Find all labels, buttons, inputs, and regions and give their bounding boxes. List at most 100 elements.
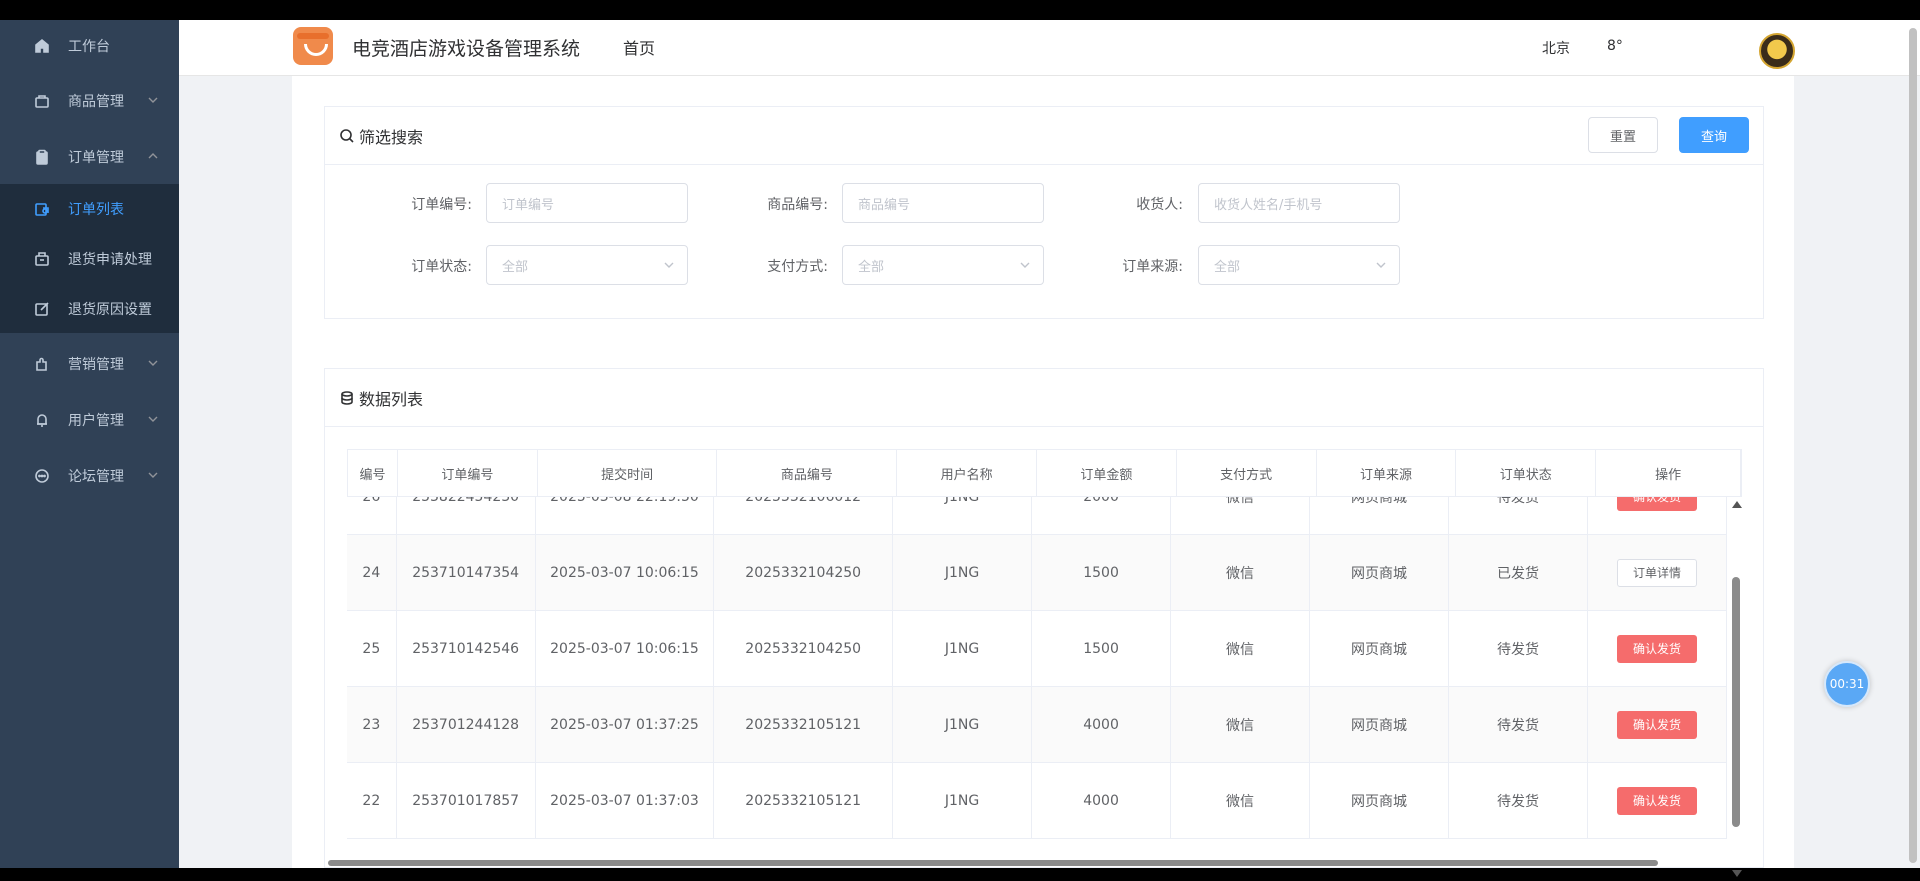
order-list-icon	[34, 201, 50, 217]
sidebar-item-label: 订单管理	[68, 150, 124, 166]
sidebar-item-return-requests[interactable]: 退货申请处理	[0, 234, 179, 284]
column-header: 编号	[348, 450, 398, 496]
order-status-label: 订单状态:	[411, 259, 472, 275]
table-horizontal-scrollbar[interactable]	[314, 858, 1709, 868]
sidebar-item-label: 工作台	[68, 39, 110, 55]
order-source-value: 全部	[1214, 259, 1241, 275]
table-row: 24 253710147354 2025-03-07 10:06:15 2025332…	[347, 535, 1727, 611]
table-cell-pay: 微信	[1171, 535, 1311, 610]
table-cell-time: 2025-03-07 01:37:03	[536, 763, 715, 838]
table-cell-source: 网页商城	[1310, 763, 1450, 838]
confirm-ship-button[interactable]: 确认发货	[1617, 497, 1698, 511]
table-cell-action: 确认发货	[1588, 497, 1727, 534]
column-header: 商品编号	[717, 450, 898, 496]
table-cell-status: 待发货	[1449, 497, 1589, 534]
data-list-card: 数据列表 编号 订单编号 提交时间 商品编号 用户名称 订单金额 支付方式 订单来源 订单状态操…	[324, 368, 1764, 877]
table-cell-id: 25	[347, 611, 397, 686]
column-header: 支付方式	[1177, 450, 1317, 496]
table-cell-user: J1NG	[893, 535, 1033, 610]
table-cell-order-no: 253701017857	[397, 763, 536, 838]
table-cell-action: 订单详情	[1588, 535, 1727, 610]
app-logo	[293, 27, 333, 65]
avatar[interactable]	[1759, 33, 1795, 69]
sidebar-item-products[interactable]: 商品管理	[0, 75, 179, 127]
sidebar-item-label: 论坛管理	[68, 469, 124, 485]
pay-method-value: 全部	[858, 259, 885, 275]
sidebar-item-label: 商品管理	[68, 94, 124, 110]
table-vertical-scrollbar[interactable]	[1730, 497, 1742, 877]
column-header: 操作	[1596, 450, 1741, 496]
filter-title: 筛选搜索	[359, 127, 424, 147]
sidebar: 工作台 商品管理 订单管理 订单列表 退货申请处理 退货原因设置 营销管理 用户…	[0, 20, 179, 868]
confirm-ship-button[interactable]: 确认发货	[1617, 634, 1698, 663]
sidebar-item-marketing[interactable]: 营销管理	[0, 338, 179, 390]
bell-icon	[34, 412, 50, 428]
table-cell-product-no: 2025332105121	[714, 687, 894, 762]
table-cell-order-no: 253701244128	[397, 687, 536, 762]
product-no-input[interactable]: 商品编号	[842, 183, 1044, 223]
query-button[interactable]: 查询	[1679, 117, 1749, 153]
sidebar-item-users[interactable]: 用户管理	[0, 394, 179, 446]
receiver-input[interactable]: 收货人姓名/手机号	[1198, 183, 1400, 223]
page-scrollbar[interactable]	[1908, 28, 1918, 863]
app: 工作台 商品管理 订单管理 订单列表 退货申请处理 退货原因设置 营销管理 用户…	[0, 20, 1920, 877]
reset-button[interactable]: 重置	[1588, 117, 1658, 153]
table-cell-pay: 微信	[1171, 611, 1311, 686]
table-cell-user: J1NG	[893, 497, 1033, 534]
chevron-down-icon	[1019, 259, 1031, 271]
sidebar-item-label: 用户管理	[68, 413, 124, 429]
table-cell-user: J1NG	[893, 611, 1033, 686]
column-header: 用户名称	[897, 450, 1037, 496]
chevron-down-icon	[147, 357, 159, 369]
table-header: 编号 订单编号 提交时间 商品编号 用户名称 订单金额 支付方式 订单来源 订单状态 操作	[347, 449, 1742, 497]
timer-badge[interactable]: 00:31	[1824, 661, 1870, 707]
confirm-ship-button[interactable]: 确认发货	[1617, 710, 1698, 739]
table-cell-id: 24	[347, 535, 397, 610]
table-cell-product-no: 2025332104250	[714, 535, 894, 610]
confirm-ship-button[interactable]: 确认发货	[1617, 786, 1698, 815]
sidebar-item-orders[interactable]: 订单管理	[0, 131, 179, 183]
pay-method-select[interactable]: 全部	[842, 245, 1044, 285]
scroll-up-arrow[interactable]	[1732, 501, 1742, 508]
scroll-thumb[interactable]	[1909, 28, 1917, 863]
sidebar-item-label: 退货申请处理	[68, 252, 152, 268]
receiver-label: 收货人:	[1136, 197, 1183, 213]
app-title: 电竞酒店游戏设备管理系统	[352, 38, 581, 60]
bag-icon	[34, 93, 50, 109]
order-source-select[interactable]: 全部	[1198, 245, 1400, 285]
puzzle-icon	[34, 356, 50, 372]
column-header: 提交时间	[538, 450, 718, 496]
table-cell-source: 网页商城	[1310, 497, 1450, 534]
column-header: 订单来源	[1317, 450, 1457, 496]
chevron-up-icon	[147, 150, 159, 162]
sidebar-item-label: 营销管理	[68, 357, 124, 373]
sidebar-item-workbench[interactable]: 工作台	[0, 20, 179, 72]
orders-table: 编号订单编号提交时间商品编号用户名称订单金额支付方式订单来源订单状态操作 262…	[347, 449, 1742, 881]
chevron-down-icon	[1375, 259, 1387, 271]
table-cell-time: 2025-03-07 01:37:25	[536, 687, 715, 762]
table-cell-status: 待发货	[1449, 687, 1589, 762]
pay-method-label: 支付方式:	[767, 259, 828, 275]
order-status-value: 全部	[502, 259, 529, 275]
scroll-thumb[interactable]	[328, 860, 1658, 866]
column-header: 订单状态	[1456, 450, 1597, 496]
sidebar-item-return-reasons[interactable]: 退货原因设置	[0, 284, 179, 334]
table-cell-product-no: 2025332106012	[714, 497, 894, 534]
order-status-select[interactable]: 全部	[486, 245, 688, 285]
table-row: 23 253701244128 2025-03-07 01:37:25 2025332…	[347, 687, 1727, 763]
home-icon	[34, 38, 50, 54]
scroll-down-arrow[interactable]	[1732, 870, 1742, 877]
order-detail-button[interactable]: 订单详情	[1617, 558, 1698, 587]
sidebar-item-forum[interactable]: 论坛管理	[0, 450, 179, 502]
search-icon	[339, 128, 355, 144]
breadcrumb-home[interactable]: 首页	[623, 35, 655, 59]
scroll-thumb[interactable]	[1732, 577, 1740, 827]
table-cell-action: 确认发货	[1588, 611, 1727, 686]
filter-header: 筛选搜索 重置 查询	[325, 107, 1763, 165]
sidebar-item-order-list[interactable]: 订单列表	[0, 184, 179, 234]
table-cell-amount: 4000	[1032, 763, 1172, 838]
order-no-input[interactable]: 订单编号	[486, 183, 688, 223]
sidebar-item-label: 订单列表	[68, 202, 124, 218]
table-cell-action: 确认发货	[1588, 763, 1727, 838]
chevron-down-icon	[147, 469, 159, 481]
